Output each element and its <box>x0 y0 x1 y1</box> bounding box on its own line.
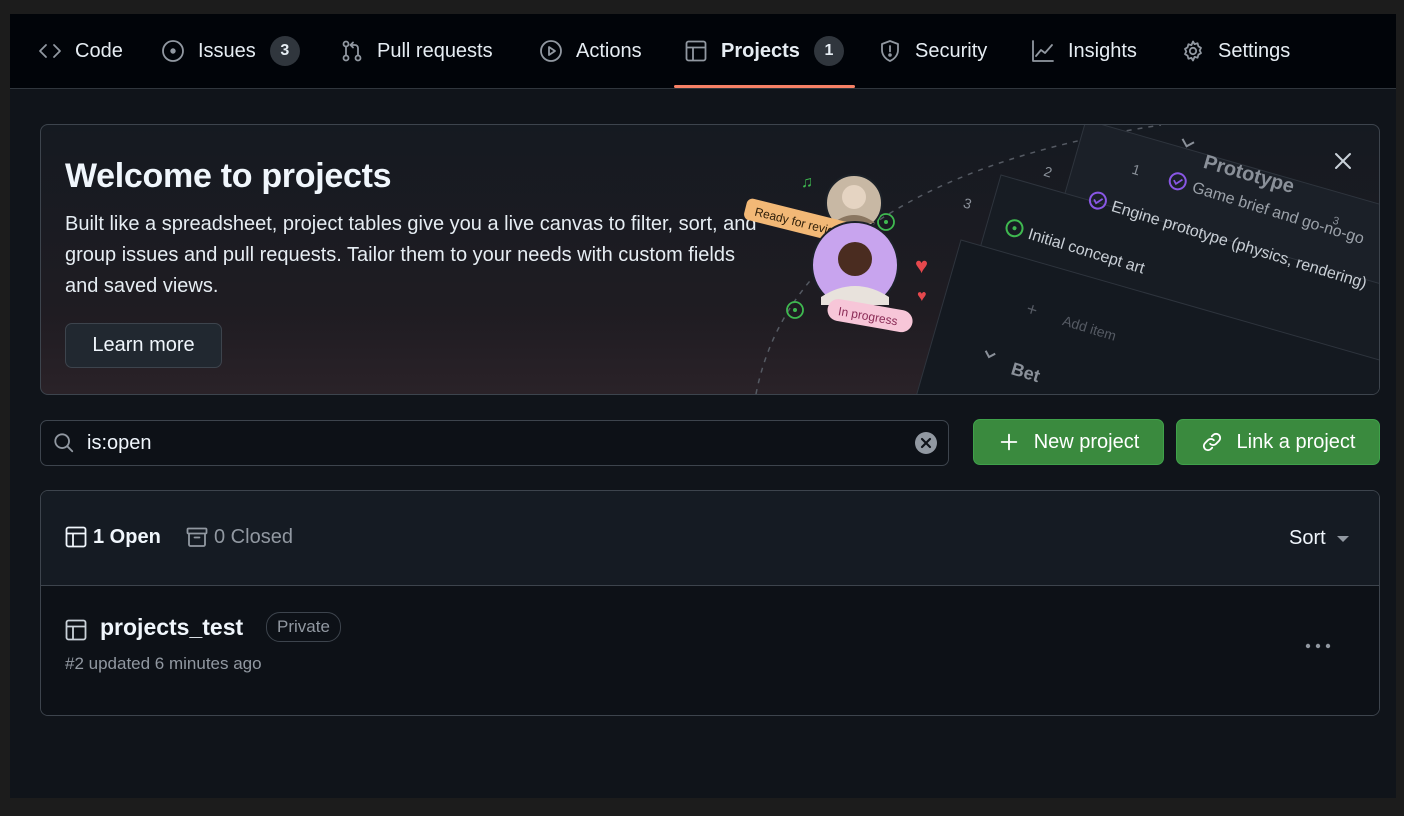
tab-security-label: Security <box>915 39 988 62</box>
plus-icon <box>1000 433 1017 451</box>
project-search <box>40 420 949 466</box>
project-row: projects_test Private #2 updated 6 minut… <box>41 586 1379 715</box>
gear-icon <box>1184 40 1202 62</box>
code-icon <box>39 44 61 58</box>
tab-code[interactable]: Code <box>38 14 123 88</box>
tab-code-label: Code <box>75 39 123 62</box>
tab-projects-label: Projects <box>721 39 800 62</box>
project-name-link[interactable]: projects_test <box>100 614 243 641</box>
app-window: Code Issues 3 Pull requests Actions Proj… <box>10 14 1396 798</box>
link-project-button[interactable]: Link a project <box>1176 419 1380 465</box>
graph-icon <box>1032 40 1054 62</box>
visibility-badge: Private <box>266 612 341 642</box>
open-filter-label: 1 Open <box>93 525 161 548</box>
link-icon <box>1202 432 1221 452</box>
welcome-banner: Welcome to projects Built like a spreads… <box>40 124 1380 395</box>
tab-actions-label: Actions <box>576 39 642 62</box>
new-project-button[interactable]: New project <box>973 419 1164 465</box>
play-icon <box>540 40 562 62</box>
svg-text:♫: ♫ <box>801 174 813 191</box>
tab-pull-requests-label: Pull requests <box>377 39 493 62</box>
banner-illustration: Prototype 3 1 Game brief and go-no-go 2 … <box>744 125 1379 394</box>
active-tab-underline <box>674 85 855 88</box>
git-pull-request-icon <box>342 40 362 62</box>
table-icon <box>685 40 707 62</box>
table-icon <box>65 526 87 548</box>
learn-more-button[interactable]: Learn more <box>65 323 222 368</box>
sort-dropdown[interactable]: Sort <box>1289 527 1349 550</box>
archive-icon <box>186 527 208 547</box>
search-icon <box>54 433 74 453</box>
tab-actions[interactable]: Actions <box>539 14 642 88</box>
closed-filter-label: 0 Closed <box>214 525 293 548</box>
tab-security[interactable]: Security <box>878 14 987 88</box>
open-filter[interactable]: 1 Open <box>64 525 161 549</box>
clear-search-icon[interactable] <box>914 431 938 455</box>
tab-insights-label: Insights <box>1068 39 1137 62</box>
tab-insights[interactable]: Insights <box>1031 14 1137 88</box>
tab-settings-label: Settings <box>1218 39 1291 62</box>
link-project-label: Link a project <box>1236 430 1356 453</box>
tab-issues[interactable]: Issues 3 <box>161 14 300 88</box>
project-list: 1 Open 0 Closed Sort projects_test Priva… <box>40 490 1380 716</box>
issue-opened-icon <box>162 40 184 62</box>
table-icon <box>65 619 87 641</box>
illustration-row-3-num: 3 <box>962 195 974 213</box>
triangle-down-icon <box>1336 535 1349 542</box>
close-banner-button[interactable] <box>1329 147 1357 175</box>
banner-title: Welcome to projects <box>65 157 392 195</box>
banner-description: Built like a spreadsheet, project tables… <box>65 213 757 297</box>
repo-nav: Code Issues 3 Pull requests Actions Proj… <box>10 14 1396 89</box>
close-icon <box>1335 153 1351 169</box>
tab-projects[interactable]: Projects 1 <box>684 14 844 88</box>
tab-pull-requests[interactable]: Pull requests <box>340 14 493 88</box>
sort-label: Sort <box>1289 527 1326 549</box>
kebab-horizontal-icon[interactable] <box>1303 636 1333 656</box>
search-input[interactable] <box>87 421 887 465</box>
svg-text:♥: ♥ <box>917 288 927 305</box>
closed-filter[interactable]: 0 Closed <box>185 525 293 549</box>
project-meta: #2 updated 6 minutes ago <box>65 654 262 673</box>
svg-text:♥: ♥ <box>915 253 928 278</box>
new-project-label: New project <box>1033 430 1140 453</box>
tab-issues-label: Issues <box>198 39 256 62</box>
issues-counter: 3 <box>269 36 300 66</box>
projects-counter: 1 <box>813 36 844 66</box>
shield-icon <box>881 40 899 62</box>
project-list-header: 1 Open 0 Closed Sort <box>41 491 1379 586</box>
tab-settings[interactable]: Settings <box>1181 14 1290 88</box>
illustration-row-2-num: 2 <box>1042 163 1054 181</box>
